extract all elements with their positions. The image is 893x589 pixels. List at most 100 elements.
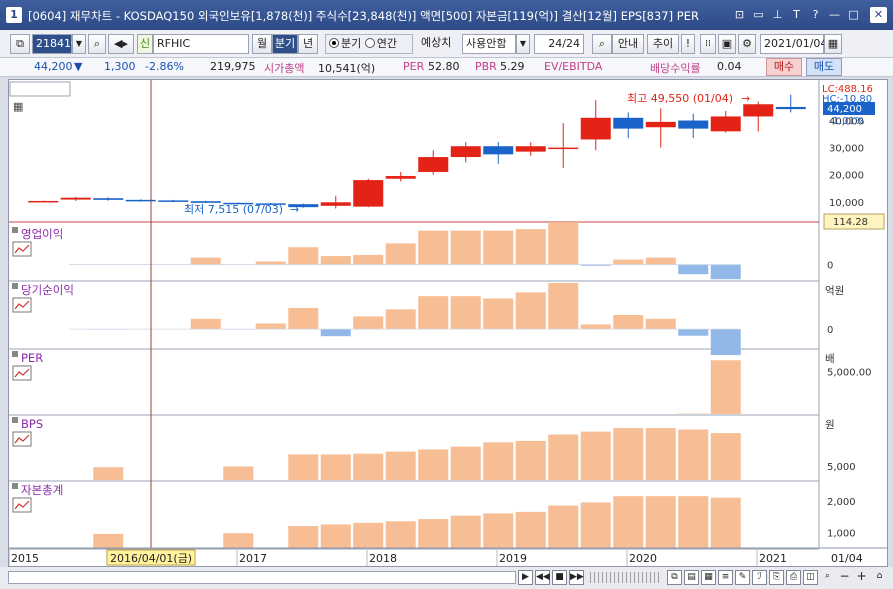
panel-bar bbox=[450, 296, 481, 330]
candle-body bbox=[645, 121, 676, 128]
copy-icon[interactable]: ⎘ bbox=[769, 570, 784, 585]
rewind-icon[interactable]: ◀◀ bbox=[535, 570, 550, 585]
panel-bar bbox=[190, 257, 221, 265]
ev-ebitda-label: EV/EBITDA bbox=[544, 60, 603, 73]
grid-icon[interactable]: ▦ bbox=[701, 570, 716, 585]
zoom-slider[interactable] bbox=[590, 572, 660, 583]
date-field[interactable]: 2021/01/04 bbox=[760, 34, 827, 54]
panel-bar bbox=[353, 316, 384, 330]
maximize-icon[interactable]: □ bbox=[845, 7, 862, 23]
zoom-in-icon[interactable]: + bbox=[854, 570, 869, 585]
scroll-track[interactable] bbox=[8, 571, 516, 584]
panel-bar bbox=[483, 298, 514, 330]
x-axis-label: 2017 bbox=[239, 552, 267, 565]
period-month-button[interactable]: 월 bbox=[252, 34, 272, 54]
high-annotation: 최고 49,550 (01/04) bbox=[627, 92, 733, 105]
settings-icon[interactable]: ⚙ bbox=[738, 34, 756, 54]
layer-icon[interactable]: ◫ bbox=[803, 570, 818, 585]
chart-type-icon[interactable]: ⧉ bbox=[667, 570, 682, 585]
panel-bar bbox=[255, 261, 286, 265]
chart-area[interactable]: 40,000 30,000 20,000 10,000 ▦ LC:488.16 HC:-10… bbox=[8, 79, 888, 567]
text-icon[interactable]: T bbox=[788, 7, 805, 23]
speaker-icon[interactable]: ◀▸ bbox=[108, 34, 134, 54]
restore-icon[interactable]: ▭ bbox=[750, 7, 767, 23]
panel-bar bbox=[678, 264, 709, 275]
alert-icon[interactable]: ! bbox=[681, 34, 695, 54]
stock-label-box bbox=[9, 81, 71, 97]
panel-bar bbox=[353, 254, 384, 265]
trend-button[interactable]: 추이 bbox=[647, 34, 679, 54]
link-icon[interactable]: ⊡ bbox=[731, 7, 748, 23]
panel-bar bbox=[93, 533, 124, 548]
code-dropdown-icon[interactable]: ▼ bbox=[72, 34, 86, 54]
price-change: 1,300 bbox=[104, 60, 136, 73]
panel-bar bbox=[223, 466, 254, 480]
candle-body bbox=[743, 104, 774, 117]
panel-bar bbox=[320, 329, 351, 337]
search-icon[interactable]: ⌕ bbox=[88, 34, 106, 54]
mktcap-label: 시가총액 bbox=[264, 62, 305, 75]
candle-body bbox=[515, 146, 546, 152]
x-axis-label: 2019 bbox=[499, 552, 527, 565]
grid-toggle-icon[interactable]: ⁞⁞ bbox=[700, 34, 716, 54]
current-price-label: 44,200 bbox=[827, 104, 862, 115]
panel-tick-label: 5,000 bbox=[827, 462, 856, 473]
fast-forward-icon[interactable]: ▶▶ bbox=[569, 570, 584, 585]
high-arrow-icon: → bbox=[741, 92, 750, 105]
radio-quarter[interactable] bbox=[329, 38, 339, 48]
guide-button[interactable]: 안내 bbox=[612, 34, 644, 54]
stock-code-input[interactable]: 218410 bbox=[32, 34, 78, 54]
right-date: 01/04 bbox=[831, 552, 863, 565]
table-icon: ▦ bbox=[13, 100, 23, 113]
scroll-right-icon[interactable]: ▶ bbox=[518, 570, 533, 585]
page-counter: 24/24 bbox=[534, 34, 584, 54]
chart-scroll-bar: ▶ ◀◀ ■ ▶▶ ⧉ ▤ ▦ ≡ ✎ ℐ ⎘ ⎙ ◫ ⌕ − + ⌂ bbox=[0, 567, 893, 589]
panel-tick-label: 1,000 bbox=[827, 528, 856, 539]
period-quarter-button[interactable]: 분기 bbox=[272, 34, 298, 54]
radio-annual[interactable] bbox=[364, 38, 375, 48]
period-year-button[interactable]: 년 bbox=[298, 34, 318, 54]
buy-button[interactable]: 매수 bbox=[766, 58, 802, 76]
forecast-select[interactable]: 사용안함 bbox=[462, 34, 516, 54]
pin-icon[interactable]: ⊥ bbox=[769, 7, 786, 23]
window-buttons: ⊡ ▭ ⊥ T ? — □ ✕ bbox=[731, 7, 887, 23]
zoom-icon[interactable]: ⌕ bbox=[592, 34, 612, 54]
fit-icon[interactable]: ⌂ bbox=[872, 570, 887, 585]
candle-body bbox=[548, 147, 579, 150]
panel-handle-icon bbox=[12, 283, 18, 289]
layout-icon[interactable]: ⧉ bbox=[10, 34, 30, 54]
panel-bar bbox=[255, 323, 286, 330]
panel-bar bbox=[288, 454, 319, 480]
panel-bar bbox=[710, 497, 741, 548]
price-change-pct: -2.86% bbox=[145, 60, 184, 73]
close-icon[interactable]: ✕ bbox=[870, 7, 887, 23]
forecast-dropdown-icon[interactable]: ▼ bbox=[516, 34, 530, 54]
table-icon[interactable]: ▤ bbox=[684, 570, 699, 585]
panel-bar bbox=[515, 440, 546, 480]
minimize-icon[interactable]: — bbox=[826, 7, 843, 23]
sell-button[interactable]: 매도 bbox=[806, 58, 842, 76]
indicator-icon[interactable]: ℐ bbox=[752, 570, 767, 585]
panel-bar bbox=[418, 230, 449, 265]
stock-name-field[interactable]: RFHIC bbox=[153, 34, 249, 54]
panel-bar bbox=[223, 533, 254, 548]
save-icon[interactable]: ▣ bbox=[718, 34, 736, 54]
period-radio-group: 분기 연간 bbox=[325, 34, 413, 54]
panel-bar bbox=[710, 329, 741, 356]
panel-title: BPS bbox=[21, 417, 43, 431]
zoom-search-icon[interactable]: ⌕ bbox=[820, 570, 835, 585]
current-price: 44,200 bbox=[34, 60, 73, 73]
panel-bar bbox=[580, 324, 611, 330]
calendar-icon[interactable]: ▦ bbox=[824, 34, 842, 54]
pbr-value: 5.29 bbox=[500, 60, 525, 73]
panel-bar bbox=[288, 526, 319, 548]
financial-chart[interactable]: 40,00030,00020,00010,000▦LC:488.16HC:-10… bbox=[8, 80, 887, 566]
cursor-date: 2016/04/01(금) bbox=[110, 552, 192, 565]
x-axis-label: 2020 bbox=[629, 552, 657, 565]
print-icon[interactable]: ⎙ bbox=[786, 570, 801, 585]
align-icon[interactable]: ≡ bbox=[718, 570, 733, 585]
stop-icon[interactable]: ■ bbox=[552, 570, 567, 585]
zoom-out-icon[interactable]: − bbox=[837, 570, 852, 585]
help-icon[interactable]: ? bbox=[807, 7, 824, 23]
draw-tool-icon[interactable]: ✎ bbox=[735, 570, 750, 585]
